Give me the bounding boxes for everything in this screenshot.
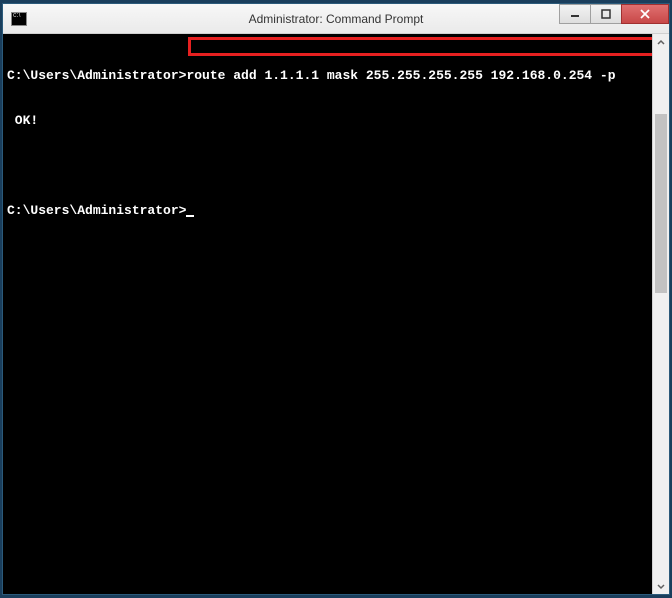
window-title: Administrator: Command Prompt: [249, 12, 424, 26]
command-prompt-window: c:\ Administrator: Command Prompt C:\Use…: [2, 3, 670, 595]
prompt-text: C:\Users\Administrator>: [7, 68, 186, 83]
maximize-button[interactable]: [590, 4, 622, 24]
scroll-down-button[interactable]: [653, 577, 669, 594]
close-icon: [640, 9, 650, 19]
prompt-text: C:\Users\Administrator>: [7, 203, 186, 218]
scrollbar-thumb[interactable]: [655, 114, 667, 293]
cmd-icon: c:\: [11, 12, 27, 26]
terminal-line: OK!: [7, 113, 648, 128]
terminal-line: C:\Users\Administrator>route add 1.1.1.1…: [7, 68, 648, 83]
scroll-up-button[interactable]: [653, 34, 669, 51]
maximize-icon: [601, 9, 611, 19]
client-area: C:\Users\Administrator>route add 1.1.1.1…: [3, 34, 669, 594]
cursor: [186, 215, 194, 217]
window-controls: [560, 4, 669, 24]
chevron-up-icon: [657, 39, 665, 47]
minimize-icon: [570, 9, 580, 19]
chevron-down-icon: [657, 582, 665, 590]
output-text: OK!: [7, 113, 38, 128]
close-button[interactable]: [621, 4, 669, 24]
scrollbar-track[interactable]: [653, 51, 669, 577]
command-text: route add 1.1.1.1 mask 255.255.255.255 1…: [186, 68, 615, 83]
terminal-line: C:\Users\Administrator>: [7, 203, 648, 218]
highlight-annotation: [188, 37, 652, 56]
vertical-scrollbar[interactable]: [652, 34, 669, 594]
minimize-button[interactable]: [559, 4, 591, 24]
terminal-line: [7, 158, 648, 173]
terminal-output[interactable]: C:\Users\Administrator>route add 1.1.1.1…: [3, 34, 652, 594]
titlebar[interactable]: c:\ Administrator: Command Prompt: [3, 4, 669, 34]
